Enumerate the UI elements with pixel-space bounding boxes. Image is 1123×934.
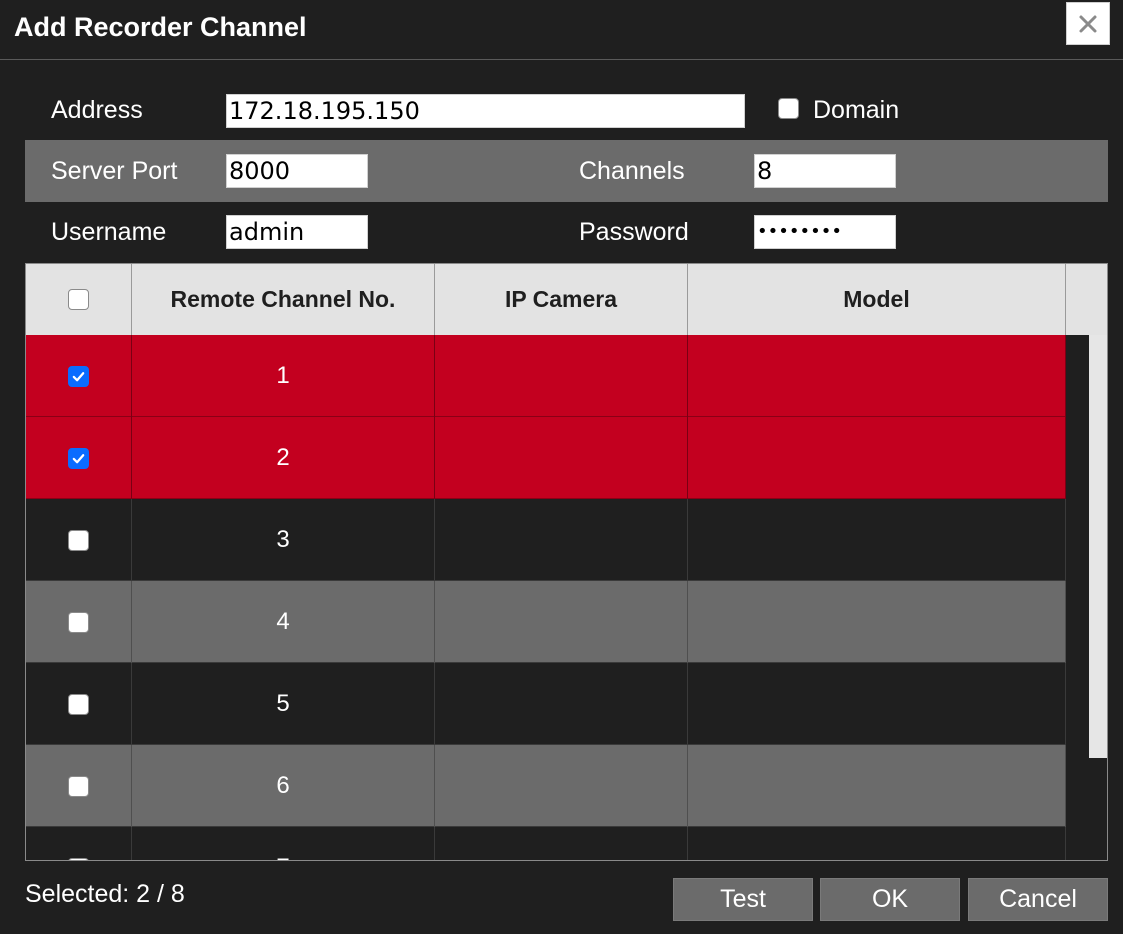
- row-checkbox[interactable]: [68, 447, 89, 469]
- checkmark-icon: [72, 453, 85, 463]
- password-label: Password: [579, 218, 689, 246]
- username-input[interactable]: admin: [226, 215, 368, 249]
- ip-camera-cell: [435, 335, 688, 417]
- select-all-checkbox[interactable]: [68, 289, 89, 310]
- cancel-button[interactable]: Cancel: [968, 878, 1108, 921]
- checkmark-icon: [72, 371, 85, 381]
- channels-input[interactable]: 8: [754, 154, 896, 188]
- remote-channel-cell: 7: [132, 827, 435, 860]
- ip-camera-cell: [435, 499, 688, 581]
- table-row[interactable]: 3: [26, 499, 1066, 581]
- row-select-cell: [26, 417, 132, 499]
- select-all-cell: [26, 264, 132, 335]
- row-select-cell: [26, 745, 132, 827]
- server-port-label: Server Port: [51, 157, 178, 185]
- row-select-cell: [26, 335, 132, 417]
- address-input[interactable]: 172.18.195.150: [226, 94, 745, 128]
- address-label: Address: [51, 96, 143, 124]
- ip-camera-cell: [435, 417, 688, 499]
- domain-label: Domain: [813, 96, 900, 124]
- model-cell: [688, 335, 1066, 417]
- row-checkbox[interactable]: [68, 693, 89, 715]
- row-select-cell: [26, 663, 132, 745]
- model-cell: [688, 417, 1066, 499]
- row-checkbox[interactable]: [68, 529, 89, 551]
- ok-button[interactable]: OK: [820, 878, 960, 921]
- selected-count: Selected: 2 / 8: [25, 880, 185, 908]
- remote-channel-cell: 2: [132, 417, 435, 499]
- domain-checkbox[interactable]: [778, 98, 799, 119]
- ip-camera-cell: [435, 581, 688, 663]
- table-row[interactable]: 7: [26, 827, 1066, 860]
- ip-camera-cell: [435, 663, 688, 745]
- close-button[interactable]: [1066, 2, 1110, 45]
- model-cell: [688, 499, 1066, 581]
- username-label: Username: [51, 218, 167, 246]
- ip-camera-cell: [435, 745, 688, 827]
- table-row[interactable]: 4: [26, 581, 1066, 663]
- scrollbar-thumb[interactable]: [1089, 335, 1107, 758]
- remote-channel-cell: 6: [132, 745, 435, 827]
- remote-channel-cell: 5: [132, 663, 435, 745]
- server-port-row: [25, 140, 1108, 202]
- model-cell: [688, 745, 1066, 827]
- row-select-cell: [26, 827, 132, 860]
- column-header-model[interactable]: Model: [688, 264, 1066, 335]
- model-cell: [688, 827, 1066, 860]
- row-checkbox[interactable]: [68, 365, 89, 387]
- remote-channel-cell: 1: [132, 335, 435, 417]
- column-header-spacer: [1066, 264, 1107, 335]
- remote-channel-cell: 4: [132, 581, 435, 663]
- row-select-cell: [26, 581, 132, 663]
- remote-channel-cell: 3: [132, 499, 435, 581]
- column-header-ip-camera[interactable]: IP Camera: [435, 264, 688, 335]
- server-port-input[interactable]: 8000: [226, 154, 368, 188]
- dialog-title: Add Recorder Channel: [14, 12, 307, 42]
- table-row[interactable]: 6: [26, 745, 1066, 827]
- model-cell: [688, 581, 1066, 663]
- dialog-titlebar: Add Recorder Channel: [0, 0, 1123, 60]
- row-checkbox[interactable]: [68, 775, 89, 797]
- ip-camera-cell: [435, 827, 688, 860]
- table-row[interactable]: 1: [26, 335, 1066, 417]
- test-button[interactable]: Test: [673, 878, 813, 921]
- model-cell: [688, 663, 1066, 745]
- table-row[interactable]: 5: [26, 663, 1066, 745]
- column-header-remote-channel[interactable]: Remote Channel No.: [132, 264, 435, 335]
- close-icon: [1079, 15, 1097, 32]
- password-input[interactable]: ••••••••: [754, 215, 896, 249]
- table-row[interactable]: 2: [26, 417, 1066, 499]
- row-checkbox[interactable]: [68, 857, 89, 860]
- table-header: Remote Channel No. IP Camera Model: [26, 264, 1107, 335]
- row-select-cell: [26, 499, 132, 581]
- row-checkbox[interactable]: [68, 611, 89, 633]
- channel-table: Remote Channel No. IP Camera Model 12345…: [25, 263, 1108, 861]
- channels-label: Channels: [579, 157, 685, 185]
